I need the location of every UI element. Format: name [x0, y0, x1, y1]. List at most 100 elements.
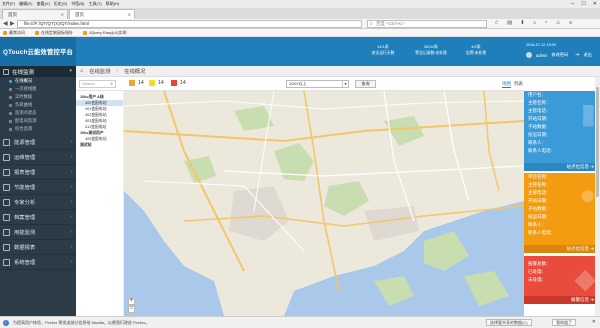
sidebar-item-load-curve[interactable]: 负荷曲线 [0, 101, 76, 109]
menu-edit[interactable]: 编辑(E) [19, 1, 32, 7]
bookmark-icon [3, 30, 7, 35]
sidebar-section-maintenance[interactable]: 运维管理 ‹ [0, 150, 76, 165]
got-it-button[interactable]: 我知道了 [552, 319, 576, 326]
chevron-down-icon: ▾ [69, 68, 72, 74]
sidebar-item-overview[interactable]: 在线概况 [0, 77, 76, 85]
sidebar-item-integrated[interactable]: 综合监测 [0, 125, 76, 133]
archive-icon [3, 213, 10, 221]
legend-red: 14 [171, 80, 186, 86]
chevron-left-icon: ‹ [70, 229, 72, 235]
query-button[interactable]: 查询 [355, 80, 376, 88]
url-text: file:///F:/QT/QT(X)/QT/index.html [24, 21, 90, 26]
home-icon[interactable]: ⌂ [533, 20, 536, 26]
map-canvas[interactable]: + − [124, 91, 524, 316]
sidebar-section-data-reports[interactable]: 数据报表 ‹ [0, 240, 76, 255]
page-scrollbar[interactable] [595, 77, 600, 316]
menu-bookmarks[interactable]: 书签(B) [71, 1, 84, 7]
sidebar-item-realtime[interactable]: 实时数据 [0, 93, 76, 101]
home-icon[interactable]: ⌂ [80, 68, 83, 74]
sidebar-sections: 能源管理 ‹ 运维管理 ‹ 报表管理 ‹ 节能管理 ‹ 专家分析 ‹ 档案管理 ‹ 用能监测… [0, 135, 76, 270]
browser-search-input[interactable]: ⌕ 百度 <Ctrl+K> [367, 20, 487, 28]
avatar [526, 52, 532, 58]
sidebar-section-saving[interactable]: 节能管理 ‹ [0, 180, 76, 195]
app-header: QTouch云能效管控平台 11/1条 安全运行天数 36/34条 警告记录数/… [0, 37, 600, 66]
minimize-icon[interactable]: ─ [571, 1, 575, 7]
voltage-select[interactable]: 10KV以上 ▾ [286, 80, 349, 88]
menu-online-monitoring[interactable]: 在线监测 ▾ [0, 66, 76, 77]
close-tab-icon[interactable]: ✕ [61, 12, 64, 17]
alarm-info-link[interactable]: 报警信息 ➔ [524, 296, 600, 304]
download-icon[interactable]: ⬇ [520, 20, 525, 26]
star-icon[interactable]: ☆ [494, 20, 499, 26]
menu-tools[interactable]: 工具(T) [88, 1, 101, 7]
sidebar-section-system[interactable]: 系统管理 ‹ [0, 255, 76, 270]
back-icon[interactable]: ◀ [3, 20, 8, 27]
chevron-down-icon: ▾ [342, 81, 348, 87]
sidebar-section-energy[interactable]: 能源管理 ‹ [0, 135, 76, 150]
sidebar-item-point-status[interactable]: 监测点状态 [0, 109, 76, 117]
zoom-in-button[interactable]: + [128, 298, 135, 305]
sidebar-section-archive[interactable]: 档案管理 ‹ [0, 210, 76, 225]
close-tab-icon[interactable]: ✕ [128, 12, 131, 17]
pocket-icon[interactable]: ◔ [544, 20, 547, 26]
sidebar: 在线监测 ▾ 在线概况 一次接线图 实时数据 负荷曲线 监测点状态 配电间监测 … [0, 66, 76, 316]
close-window-icon[interactable]: ✕ [593, 1, 597, 7]
menu-view[interactable]: 查看(V) [36, 1, 49, 7]
search-icon[interactable]: ⌕ [110, 81, 113, 87]
app-title: QTouch云能效管控平台 [0, 37, 76, 66]
bookmark-cursor[interactable]: 在线定制鼠标指针 [35, 30, 73, 36]
sidebar-section-expert[interactable]: 专家分析 ‹ [0, 195, 76, 210]
change-password-link[interactable]: 修改密码 [551, 52, 568, 58]
station-info-link[interactable]: 站点位信息 ➔ [524, 163, 600, 171]
share-data-button[interactable]: 选择要共享的数据(C) [486, 319, 532, 326]
sidebar-section-reports[interactable]: 报表管理 ‹ [0, 165, 76, 180]
sidebar-item-label: 配电间监测 [15, 118, 37, 123]
chevron-left-icon: ‹ [70, 199, 72, 205]
bookmark-most-visited[interactable]: 最常访问 [3, 30, 25, 36]
stat-alarms[interactable]: 4/2条 告警/未处理 [460, 44, 492, 56]
breadcrumb: ⌂ 在线监测 › 在线概况 [76, 66, 600, 77]
bell-icon: ◆ [574, 263, 596, 294]
sidebar-section-usage[interactable]: 用能监测 ‹ [0, 225, 76, 240]
wrench-icon [3, 153, 10, 161]
username[interactable]: admin [536, 53, 547, 58]
sidebar-item-room-monitor[interactable]: 配电间监测 [0, 117, 76, 125]
browser-tab-1[interactable]: 首页 ✕ [2, 9, 68, 19]
menu-label: 在线监测 [12, 69, 35, 76]
info-row: 联系人电话： [528, 148, 555, 153]
info-row: 联系人： [528, 140, 546, 145]
chevron-left-icon: ‹ [70, 214, 72, 220]
breadcrumb-section[interactable]: 在线监测 [89, 67, 110, 75]
tab-list[interactable]: 列表 [514, 81, 523, 87]
section-label: 用能监测 [14, 230, 36, 236]
menu-history[interactable]: 历史(S) [54, 1, 67, 7]
browser-tab-2[interactable]: 首页 ✕ [69, 9, 135, 19]
stat-safe-days[interactable]: 11/1条 安全运行天数 [367, 44, 399, 56]
menu-help[interactable]: 帮助(H) [106, 1, 120, 7]
reader-icon[interactable]: ▤ [507, 20, 512, 26]
stat-warnings[interactable]: 36/34条 警告记录数/未处理 [410, 44, 452, 56]
energy-icon [3, 138, 10, 146]
monitor-icon [3, 68, 9, 75]
forward-icon[interactable]: ▶ [10, 20, 15, 27]
info-row: 投运日期： [528, 132, 551, 137]
tab-map[interactable]: 地图 [502, 81, 511, 88]
sidebar-item-wiring[interactable]: 一次接线图 [0, 85, 76, 93]
menu-file[interactable]: 文件(F) [2, 1, 15, 7]
station-tree: 10kv用户 A线 400变配电站 401变配电站 402变配电站 403变配电… [76, 91, 124, 316]
search-icon: ⌕ [370, 21, 373, 27]
scrollbar-thumb[interactable] [596, 87, 599, 197]
logout-icon[interactable]: ⇥ [575, 52, 579, 58]
chat-icon[interactable]: ☺ [555, 20, 561, 26]
tree-search-input[interactable]: Search ⌕ [79, 80, 116, 88]
ff-menu-icon[interactable]: ≡ [569, 20, 572, 26]
logout-link[interactable]: 退出 [583, 52, 591, 58]
tree-node[interactable]: 测试站 [76, 142, 123, 148]
unit-info-link[interactable]: 站点位信息 ➔ [524, 245, 600, 253]
address-bar[interactable]: file:///F:/QT/QT(X)/QT/index.html [17, 20, 362, 28]
close-icon[interactable]: ✕ [592, 319, 596, 325]
maximize-icon[interactable]: ☐ [581, 1, 585, 7]
bookmark-jquery[interactable]: JQuery Easy(UI)实例 [83, 30, 127, 36]
legend-yellow: 14 [149, 80, 164, 86]
zoom-out-button[interactable]: − [128, 306, 135, 313]
